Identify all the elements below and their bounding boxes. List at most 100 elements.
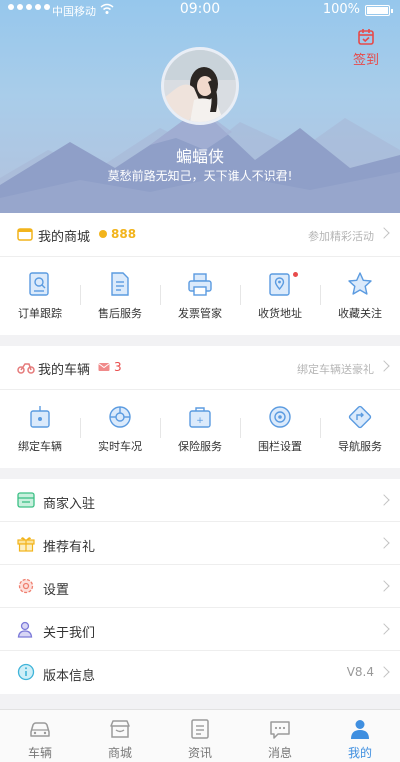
chevron-right-icon <box>378 580 390 592</box>
svg-text:+: + <box>196 416 204 426</box>
my-mall-title: 我的商城 <box>38 230 91 245</box>
tab-label: 我的 <box>347 746 372 760</box>
merchant-icon <box>17 492 35 508</box>
mall-item-label: 收藏关注 <box>338 307 382 320</box>
vehicle-messages[interactable]: 3 <box>98 360 122 374</box>
mall-item-invoice[interactable]: 发票管家 <box>160 257 240 335</box>
coin-count: 888 <box>111 227 137 241</box>
profile-icon <box>351 720 369 739</box>
list-item-label: 关于我们 <box>43 626 96 641</box>
favorite-star-icon <box>348 272 372 295</box>
tab-label: 消息 <box>267 746 292 760</box>
vehicle-message-count: 3 <box>114 360 122 374</box>
chevron-right-icon <box>378 494 390 506</box>
list-item-label: 版本信息 <box>43 669 96 684</box>
mall-shortcuts: 订单跟踪 售后服务 发票管家 收货地址 收藏关注 <box>0 257 400 335</box>
coin-icon <box>99 230 107 238</box>
vehicle-item-navigation[interactable]: 导航服务 <box>320 390 400 468</box>
mall-item-label: 订单跟踪 <box>18 307 62 320</box>
battery-percent: 100% <box>322 2 360 17</box>
vehicle-shortcuts: 绑定车辆 实时车况 + 保险服务 围栏设置 导航服务 <box>0 390 400 468</box>
tab-label: 车辆 <box>27 746 52 760</box>
order-tracking-icon <box>29 272 49 296</box>
insurance-icon: + <box>189 407 211 428</box>
avatar-photo <box>164 50 236 122</box>
store-icon <box>110 720 130 738</box>
address-icon <box>269 273 290 296</box>
list-item-label: 设置 <box>43 583 70 598</box>
after-sales-icon <box>111 272 129 296</box>
vehicle-item-insurance[interactable]: + 保险服务 <box>160 390 240 468</box>
vehicle-item-label: 保险服务 <box>178 440 222 453</box>
mall-item-label: 发票管家 <box>178 307 222 320</box>
vehicle-item-geofence[interactable]: 围栏设置 <box>240 390 320 468</box>
coin-balance: 888 <box>99 227 136 241</box>
my-vehicle-card: 我的车辆 3 绑定车辆送豪礼 绑定车辆 实时车况 + 保险服务 围栏设置 导航服… <box>0 346 400 468</box>
notification-dot <box>293 272 298 277</box>
geofence-icon <box>269 406 291 428</box>
battery-icon <box>365 5 393 16</box>
tab-store[interactable]: 商城 <box>80 710 160 762</box>
mall-item-label: 收货地址 <box>258 307 302 320</box>
news-icon <box>191 719 209 739</box>
tab-vehicle[interactable]: 车辆 <box>0 710 80 762</box>
bind-vehicle-promo-link[interactable]: 绑定车辆送豪礼 <box>297 361 374 377</box>
vehicle-item-label: 实时车况 <box>98 440 142 453</box>
envelope-icon <box>98 363 110 371</box>
vehicle-item-label: 绑定车辆 <box>18 440 62 453</box>
mall-wallet-icon <box>17 228 33 241</box>
version-number: V8.4 <box>346 665 374 679</box>
invoice-printer-icon <box>188 273 212 296</box>
vehicle-icon <box>17 363 35 374</box>
avatar[interactable] <box>161 47 239 125</box>
mall-activity-link[interactable]: 参加精彩活动 <box>308 228 374 244</box>
message-icon <box>270 721 290 739</box>
vehicle-status-icon <box>109 406 131 428</box>
my-vehicle-header[interactable]: 我的车辆 3 绑定车辆送豪礼 <box>0 346 400 390</box>
status-bar: 中国移动 09:00 100% <box>0 0 400 20</box>
settings-list: 商家入驻 推荐有礼 设置 关于我们 版本信息 V8.4 <box>0 479 400 694</box>
vehicle-item-label: 导航服务 <box>338 440 382 453</box>
bind-vehicle-icon <box>30 406 50 428</box>
my-mall-header[interactable]: 我的商城 888 参加精彩活动 <box>0 213 400 257</box>
user-motto: 莫愁前路无知己，天下谁人不识君! <box>107 169 293 183</box>
username: 蝙蝠侠 <box>175 147 224 166</box>
chevron-right-icon <box>378 537 390 549</box>
list-item-version-info[interactable]: 版本信息 V8.4 <box>0 651 400 694</box>
tab-news[interactable]: 资讯 <box>160 710 240 762</box>
list-item-label: 推荐有礼 <box>43 540 96 555</box>
settings-gear-icon <box>18 578 34 594</box>
tab-profile[interactable]: 我的 <box>320 710 400 762</box>
list-item-settings[interactable]: 设置 <box>0 565 400 608</box>
mall-item-after-sales[interactable]: 售后服务 <box>80 257 160 335</box>
gift-icon <box>17 537 35 552</box>
mall-item-label: 售后服务 <box>98 307 142 320</box>
chevron-right-icon <box>378 666 390 678</box>
chevron-right-icon <box>378 227 390 239</box>
about-us-icon <box>17 621 33 638</box>
mall-item-favorites[interactable]: 收藏关注 <box>320 257 400 335</box>
signin-button[interactable]: 签到 <box>350 28 382 68</box>
car-icon <box>30 722 50 737</box>
mall-item-order-tracking[interactable]: 订单跟踪 <box>0 257 80 335</box>
my-vehicle-title: 我的车辆 <box>38 363 91 378</box>
chevron-right-icon <box>378 623 390 635</box>
list-item-about-us[interactable]: 关于我们 <box>0 608 400 651</box>
my-mall-card: 我的商城 888 参加精彩活动 订单跟踪 售后服务 发票管家 收货地址 收藏关注 <box>0 213 400 335</box>
vehicle-item-label: 围栏设置 <box>258 440 302 453</box>
tab-messages[interactable]: 消息 <box>240 710 320 762</box>
bottom-tab-bar: 车辆 商城 资讯 消息 我的 <box>0 709 400 762</box>
profile-header: 中国移动 09:00 100% 签到 蝙蝠侠 莫愁前路无知己，天下谁人不识君! <box>0 0 400 213</box>
vehicle-item-status[interactable]: 实时车况 <box>80 390 160 468</box>
calendar-check-icon <box>358 29 374 45</box>
tab-label: 商城 <box>107 746 132 760</box>
chevron-right-icon <box>378 360 390 372</box>
list-item-merchant[interactable]: 商家入驻 <box>0 479 400 522</box>
list-item-label: 商家入驻 <box>43 497 96 512</box>
signin-label: 签到 <box>352 53 379 68</box>
tab-label: 资讯 <box>187 746 212 760</box>
navigation-icon <box>348 405 372 429</box>
list-item-referral-gift[interactable]: 推荐有礼 <box>0 522 400 565</box>
mall-item-address[interactable]: 收货地址 <box>240 257 320 335</box>
vehicle-item-bind[interactable]: 绑定车辆 <box>0 390 80 468</box>
